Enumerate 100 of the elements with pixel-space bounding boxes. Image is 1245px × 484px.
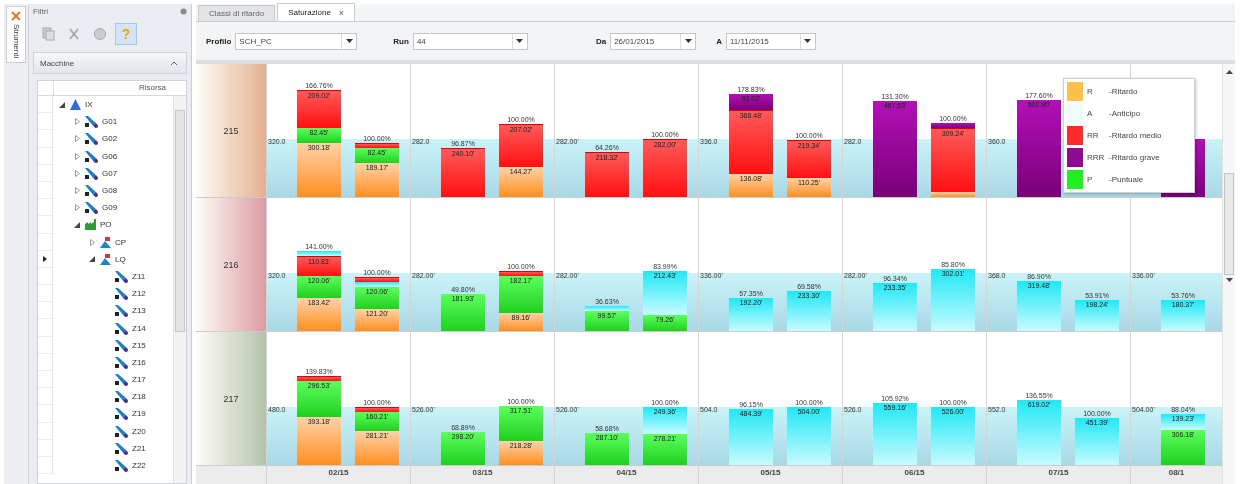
bar-segment [297,376,341,381]
column-header[interactable]: Risorsa [54,81,186,95]
dropdown-field[interactable]: 26/01/2015 [610,32,697,50]
machine-icon [84,184,99,198]
machine-icon [114,441,129,455]
legend-label: -Ritardo grave [1109,153,1160,162]
tab[interactable]: Classi di ritardo [198,5,276,21]
tree-item[interactable]: G09 [102,203,118,213]
legend-label: -Ritardo [1109,87,1138,96]
bar-segment [499,271,543,276]
bar-segment [585,306,629,311]
tree-item[interactable]: G02 [102,134,118,144]
filter-label: Profilo [206,36,232,46]
dropdown-field[interactable]: 11/11/2015 [725,32,816,50]
side-tab[interactable]: Strumenti [6,6,26,64]
machine-icon [114,338,129,352]
tree-item[interactable]: Z15 [132,340,146,350]
dropdown-icon [345,39,353,43]
cross-icon [67,27,81,41]
expand-icon[interactable] [74,204,80,212]
expand-icon[interactable] [74,118,80,126]
scrollbar[interactable] [1222,64,1235,484]
row-header: 216 [196,198,266,332]
expand-icon[interactable] [89,238,95,246]
current-row-icon [43,255,47,262]
tree-item[interactable]: CP [115,237,127,247]
machine-icon [114,287,129,301]
axis-label: 07/15 [986,466,1130,484]
filter-label: Da [595,36,607,46]
machine-group-icon [99,252,112,266]
legend-label: -Ritardo medio [1109,131,1162,140]
copy-icon [41,27,55,41]
row-header: 215 [196,64,266,198]
scroll-down-icon[interactable] [1225,278,1233,282]
tree-item[interactable]: G08 [102,186,118,196]
expand-icon[interactable] [74,187,80,195]
axis-label: 03/15 [410,466,554,484]
bar-segment [931,192,975,197]
axis-label: 04/15 [554,466,698,484]
tree-item[interactable]: Z18 [132,392,146,402]
tree-item[interactable]: Z19 [132,409,146,419]
legend-code: RRR [1087,153,1106,162]
axis-label: 08/1 [1130,466,1222,484]
dropdown-field[interactable]: SCH_PC [235,32,358,50]
machine-icon [114,269,129,283]
tree-item[interactable]: Z20 [132,426,146,436]
tree-item[interactable]: Z11 [132,271,146,281]
bar-segment [931,123,975,128]
collapse-icon[interactable] [89,256,95,263]
axis-label: 02/15 [266,466,410,484]
machine-icon [84,132,99,146]
section-header[interactable]: Macchine [33,52,187,74]
tree-item[interactable]: G01 [102,117,118,127]
tree-item[interactable]: Z22 [132,461,146,471]
bar-segment [355,143,399,148]
tree-item[interactable]: Z14 [132,323,146,333]
expand-icon[interactable] [74,135,80,143]
tree-item[interactable]: Z16 [132,357,146,367]
tree-item[interactable]: PO [100,220,112,230]
axis-label: 05/15 [698,466,842,484]
row-indicator[interactable] [38,250,53,268]
machine-icon [114,355,129,369]
machine-icon [114,459,129,473]
expand-icon[interactable] [74,152,80,160]
pin-icon[interactable] [180,7,187,15]
tree-item[interactable]: Z17 [132,375,146,385]
machine-icon [114,407,129,421]
scrollbar[interactable] [173,96,186,483]
tree-item[interactable]: IX [85,100,93,110]
machine-icon [114,304,129,318]
scroll-thumb[interactable] [1224,173,1234,275]
tree-item[interactable]: G06 [102,151,118,161]
expand-icon[interactable] [74,169,80,177]
filter-label: A [716,36,722,46]
tree-item[interactable]: Z21 [132,443,146,453]
bar-segment [355,407,399,412]
circle-icon [93,27,107,41]
filter-label: Run [393,36,409,46]
legend-label: -Anticipo [1109,109,1141,118]
dropdown-field[interactable]: 44 [412,32,528,50]
dropdown-icon [684,39,692,43]
machine-icon [114,373,129,387]
axis-label: 06/15 [842,466,986,484]
scroll-thumb[interactable] [175,110,185,332]
machine-icon [84,166,99,180]
legend-code: R [1087,87,1094,96]
legend-label: -Puntuale [1109,175,1144,184]
tree-item[interactable]: Z12 [132,289,146,299]
tree-item[interactable]: LQ [115,254,126,264]
site-icon [69,98,82,112]
bar-segment [297,251,341,256]
collapse-icon[interactable] [74,221,80,228]
tree-item[interactable]: Z13 [132,306,146,316]
legend-code: RR [1087,131,1100,140]
scroll-up-icon[interactable] [1225,70,1233,74]
tree-item[interactable]: G07 [102,168,118,178]
tab[interactable]: Saturazione × [277,3,356,21]
panel-title: Filtri [33,6,49,16]
collapse-icon[interactable] [59,101,65,108]
machine-group-icon [99,235,112,249]
